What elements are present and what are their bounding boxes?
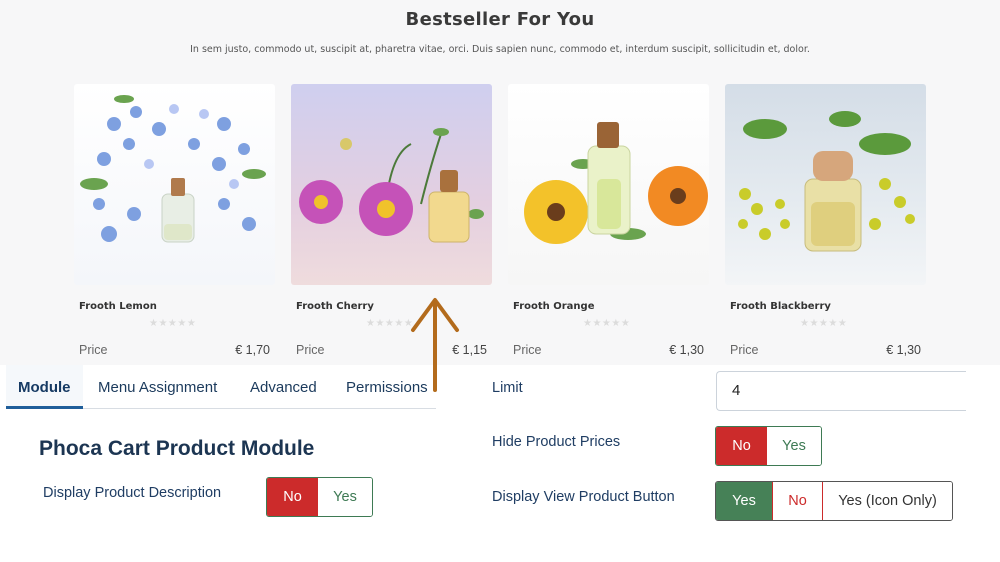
price-label: Price (730, 343, 759, 357)
product-name[interactable]: Frooth Cherry (296, 301, 374, 312)
arrow-up-icon (411, 298, 459, 392)
price-value: € 1,30 (669, 343, 704, 357)
view-button-yes-button[interactable]: Yes (716, 482, 772, 520)
price-value: € 1,30 (886, 343, 921, 357)
rating-stars: ★★★★★ (149, 318, 197, 329)
tab-menu-assignment[interactable]: Menu Assignment (86, 365, 229, 409)
product-image[interactable] (291, 84, 492, 285)
display-description-switch: No Yes (266, 477, 373, 517)
limit-label: Limit (492, 380, 523, 396)
section-title: Bestseller For You (405, 9, 595, 30)
rating-stars: ★★★★★ (583, 318, 631, 329)
product-name[interactable]: Frooth Orange (513, 301, 594, 312)
view-button-switch: Yes No Yes (Icon Only) (715, 481, 953, 521)
price-label: Price (79, 343, 108, 357)
product-card-lemon[interactable]: Frooth Lemon ★★★★★ Price € 1,70 (74, 84, 275, 364)
hide-prices-yes-button[interactable]: Yes (767, 427, 821, 465)
product-image[interactable] (74, 84, 275, 285)
price-label: Price (296, 343, 325, 357)
product-card-orange[interactable]: Frooth Orange ★★★★★ Price € 1,30 (508, 84, 709, 364)
view-button-no-button[interactable]: No (772, 482, 823, 520)
hide-prices-switch: No Yes (715, 426, 822, 466)
price-value: € 1,70 (235, 343, 270, 357)
product-image[interactable] (508, 84, 709, 285)
product-card-blackberry[interactable]: Frooth Blackberry ★★★★★ Price € 1,30 (725, 84, 926, 364)
product-name[interactable]: Frooth Lemon (79, 301, 157, 312)
hide-prices-label: Hide Product Prices (492, 434, 621, 450)
storefront-preview: Bestseller For You In sem justo, commodo… (0, 0, 1000, 365)
module-tabs: Module Menu Assignment Advanced Permissi… (6, 365, 436, 409)
hide-prices-no-button[interactable]: No (716, 427, 767, 465)
view-button-label: Display View Product Button (492, 489, 675, 505)
display-description-label: Display Product Description (43, 485, 222, 501)
price-label: Price (513, 343, 542, 357)
product-image[interactable] (725, 84, 926, 285)
tab-module[interactable]: Module (6, 365, 83, 409)
view-button-icon-only-button[interactable]: Yes (Icon Only) (823, 482, 952, 520)
display-description-no-button[interactable]: No (267, 478, 318, 516)
rating-stars: ★★★★★ (800, 318, 848, 329)
limit-input[interactable]: 4 (716, 371, 966, 411)
product-name[interactable]: Frooth Blackberry (730, 301, 831, 312)
section-subtitle: In sem justo, commodo ut, suscipit at, p… (190, 44, 810, 55)
display-description-yes-button[interactable]: Yes (318, 478, 372, 516)
tab-advanced[interactable]: Advanced (238, 365, 329, 409)
module-title: Phoca Cart Product Module (39, 437, 315, 460)
